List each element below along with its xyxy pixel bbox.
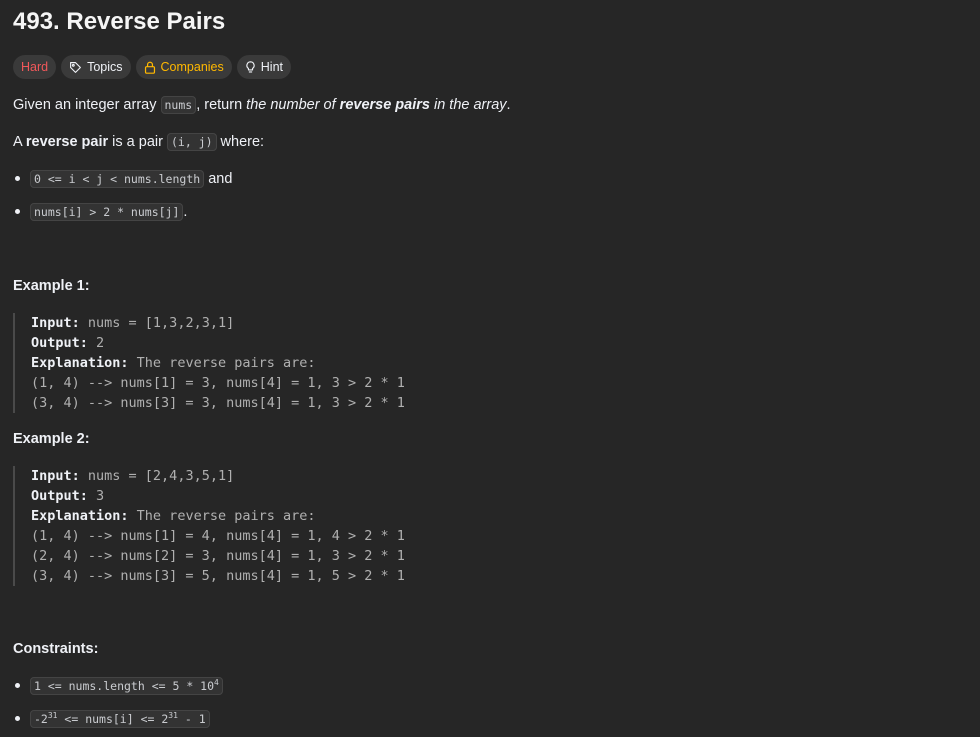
description-paragraph-1: Given an integer array nums, return the … <box>13 96 511 114</box>
inline-code: 1 <= nums.length <= 5 * 104 <box>30 677 223 695</box>
list-item: -231 <= nums[i] <= 231 - 1 <box>13 709 210 729</box>
list-item: 0 <= i < j < nums.length and <box>13 169 232 189</box>
inline-code: (i, j) <box>166 133 217 151</box>
lightbulb-icon <box>245 60 256 74</box>
hint-button[interactable]: Hint <box>236 55 291 79</box>
difficulty-badge: Hard <box>13 55 57 79</box>
example-1-block: Input: nums = [1,3,2,3,1] Output: 2 Expl… <box>13 313 405 413</box>
topics-label: Topics <box>87 60 123 74</box>
example-2-heading: Example 2: <box>13 431 90 447</box>
inline-code: nums[i] > 2 * nums[j] <box>30 203 184 221</box>
tag-row: Hard Topics Companies Hint <box>13 55 291 79</box>
hint-label: Hint <box>260 60 283 74</box>
example-1-heading: Example 1: <box>13 278 90 294</box>
lock-icon <box>144 61 156 74</box>
difficulty-label: Hard <box>21 60 49 74</box>
list-item: nums[i] > 2 * nums[j]. <box>13 202 187 222</box>
topics-button[interactable]: Topics <box>61 55 131 79</box>
list-item: 1 <= nums.length <= 5 * 104 <box>13 676 223 696</box>
inline-code: nums <box>160 96 197 114</box>
tag-icon <box>69 61 82 74</box>
constraints-heading: Constraints: <box>13 641 99 657</box>
companies-button[interactable]: Companies <box>135 55 232 79</box>
description-paragraph-2: A reverse pair is a pair (i, j) where: <box>13 133 265 151</box>
inline-code: -231 <= nums[i] <= 231 - 1 <box>30 710 210 728</box>
companies-label: Companies <box>160 60 224 74</box>
problem-title: 493. Reverse Pairs <box>13 8 226 35</box>
example-2-block: Input: nums = [2,4,3,5,1] Output: 3 Expl… <box>13 466 405 586</box>
inline-code: 0 <= i < j < nums.length <box>30 170 205 188</box>
